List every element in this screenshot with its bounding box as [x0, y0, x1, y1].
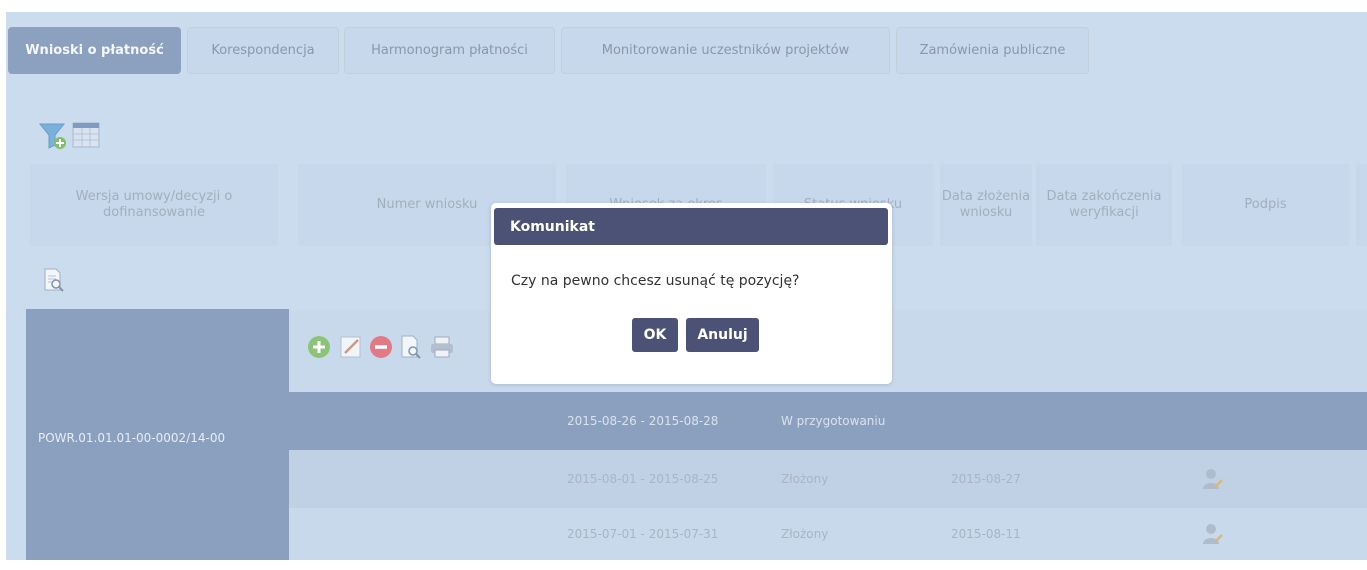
dialog-message: Czy na pewno chcesz usunąć tę pozycję?	[511, 273, 800, 289]
ok-button[interactable]: OK	[632, 318, 678, 352]
modal-overlay: Komunikat Czy na pewno chcesz usunąć tę …	[0, 0, 1367, 570]
cancel-button[interactable]: Anuluj	[686, 318, 759, 352]
confirm-dialog: Komunikat Czy na pewno chcesz usunąć tę …	[491, 203, 892, 384]
dialog-title: Komunikat	[494, 208, 888, 245]
